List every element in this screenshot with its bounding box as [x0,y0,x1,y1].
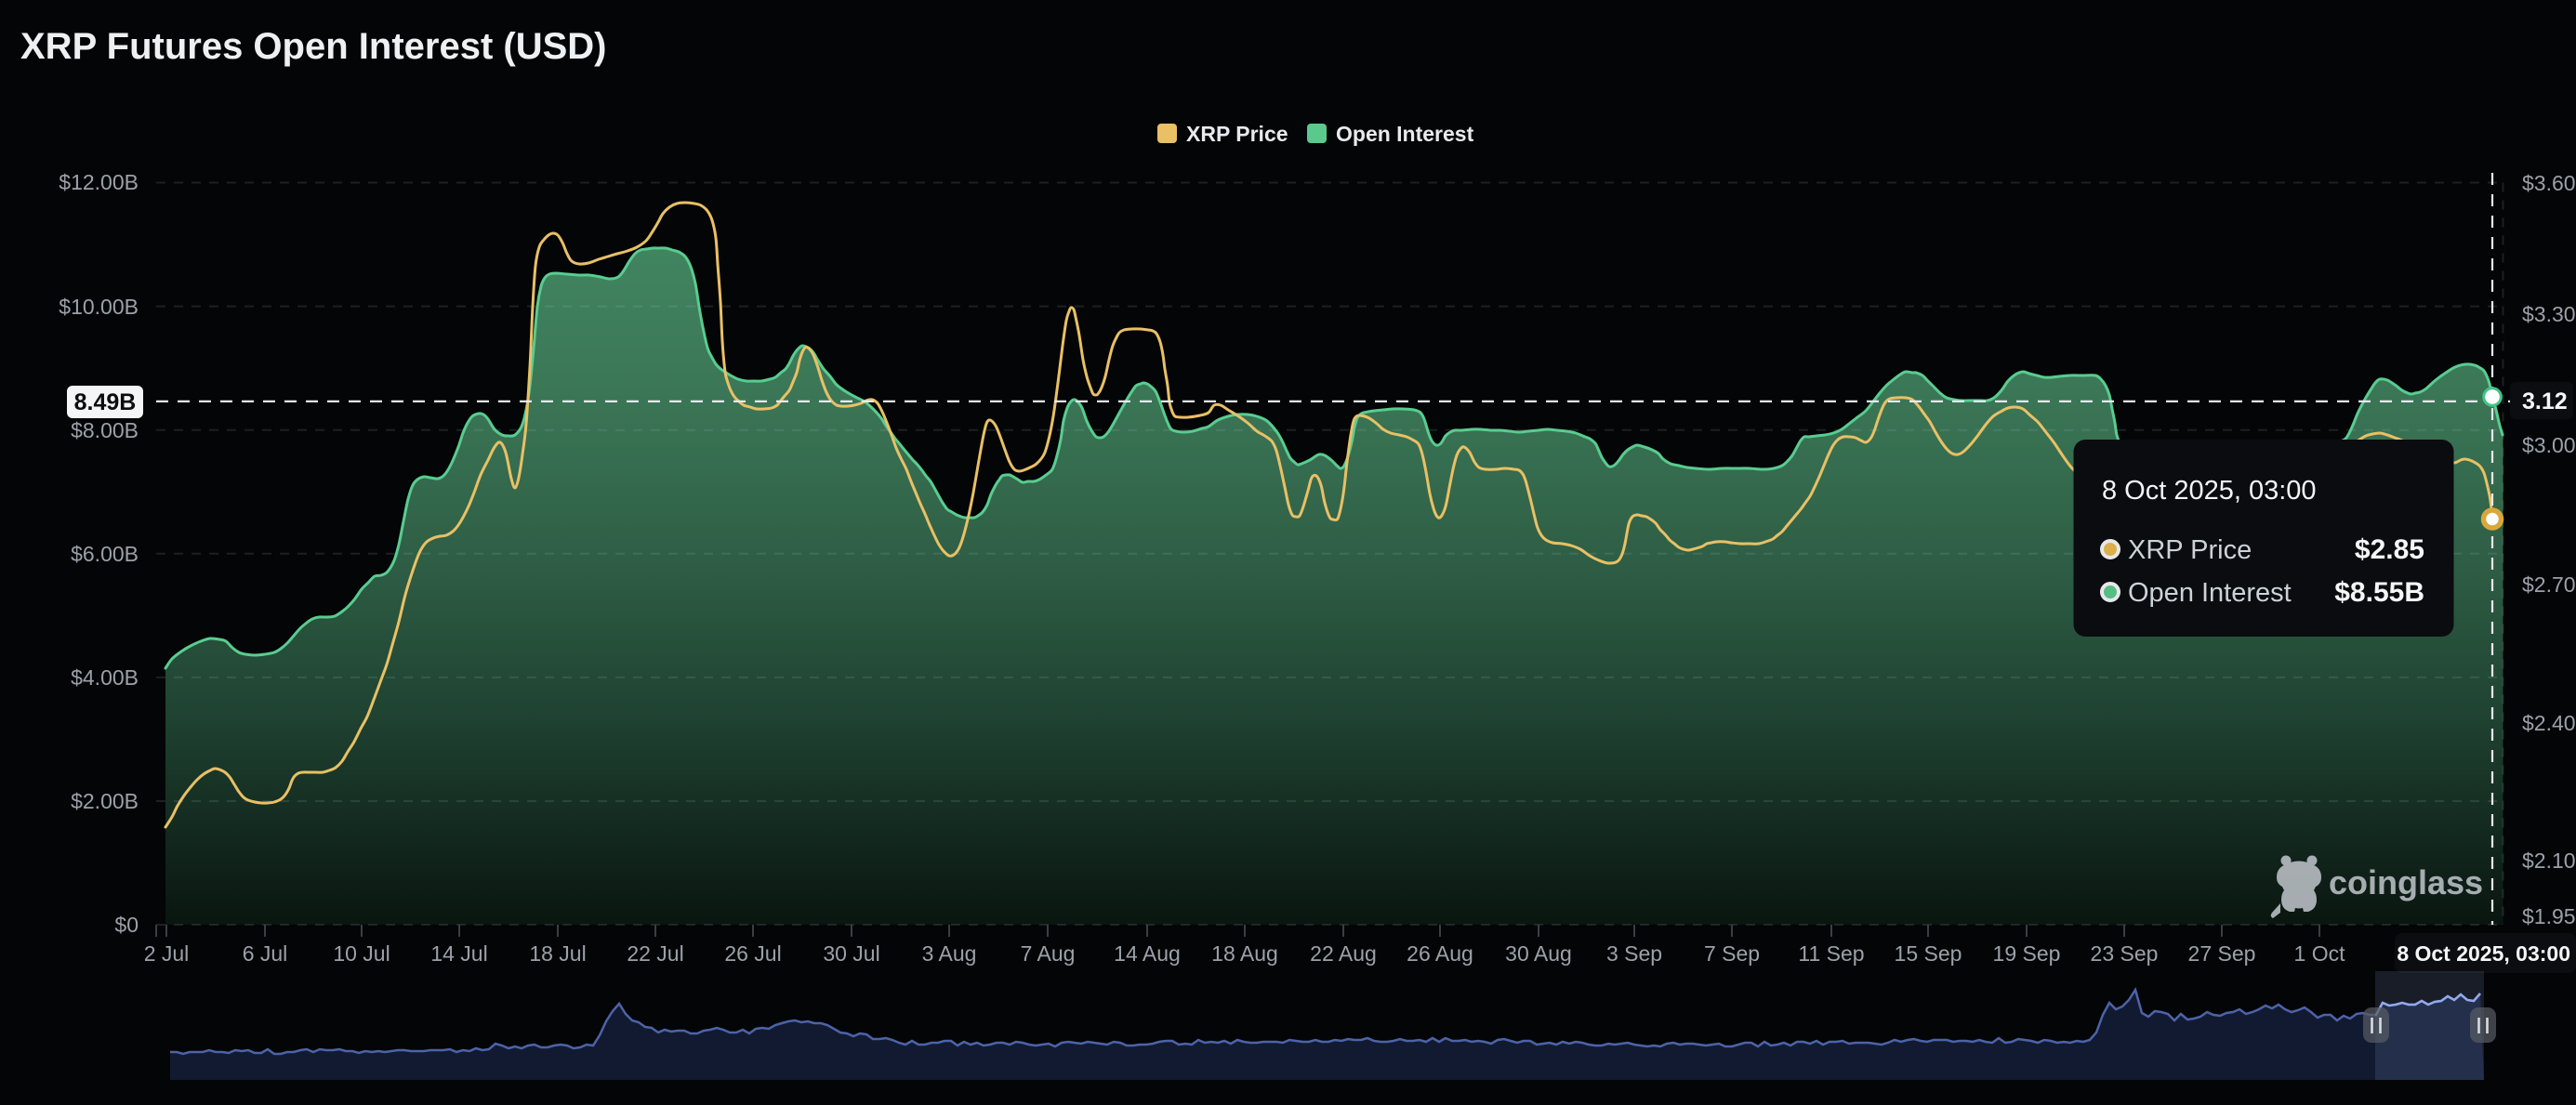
svg-text:$4.00B: $4.00B [71,665,139,690]
svg-text:11 Sep: 11 Sep [1798,941,1864,966]
svg-text:$2.40: $2.40 [2522,711,2576,735]
svg-text:Open Interest: Open Interest [1336,122,1474,146]
svg-text:XRP Futures Open Interest (USD: XRP Futures Open Interest (USD) [20,26,606,67]
svg-text:30 Aug: 30 Aug [1505,941,1572,966]
svg-text:14 Aug: 14 Aug [1114,941,1181,966]
svg-text:22 Aug: 22 Aug [1310,941,1377,966]
svg-text:6 Jul: 6 Jul [243,941,288,966]
svg-text:1 Oct: 1 Oct [2294,941,2346,966]
svg-text:14 Jul: 14 Jul [430,941,487,966]
svg-text:7 Aug: 7 Aug [1021,941,1076,966]
svg-text:8 Oct 2025, 03:00: 8 Oct 2025, 03:00 [2102,476,2317,506]
svg-text:30 Jul: 30 Jul [823,941,879,966]
svg-text:$2.00B: $2.00B [71,789,139,813]
svg-text:18 Aug: 18 Aug [1211,941,1278,966]
svg-text:8.49B: 8.49B [74,389,137,415]
svg-text:$8.00B: $8.00B [71,418,139,442]
svg-text:coinglass: coinglass [2329,863,2483,901]
svg-text:3.12: 3.12 [2522,388,2568,414]
svg-text:$3.00: $3.00 [2522,433,2576,457]
svg-text:$2.10: $2.10 [2522,848,2576,873]
svg-text:$8.55B: $8.55B [2334,577,2424,608]
svg-text:$2.85: $2.85 [2355,534,2424,565]
svg-text:19 Sep: 19 Sep [1993,941,2061,966]
svg-text:26 Jul: 26 Jul [724,941,781,966]
svg-text:10 Jul: 10 Jul [333,941,390,966]
svg-text:2 Jul: 2 Jul [144,941,190,966]
svg-text:$1.95: $1.95 [2522,904,2576,928]
svg-text:8 Oct 2025, 03:00: 8 Oct 2025, 03:00 [2397,941,2570,966]
svg-text:15 Sep: 15 Sep [1895,941,1962,966]
svg-text:23 Sep: 23 Sep [2091,941,2159,966]
svg-text:22 Jul: 22 Jul [627,941,683,966]
svg-text:7 Sep: 7 Sep [1704,941,1760,966]
svg-text:Open Interest: Open Interest [2128,578,2292,608]
svg-text:XRP Price: XRP Price [2128,535,2252,565]
svg-text:$12.00B: $12.00B [59,170,139,194]
svg-text:$0: $0 [114,913,139,937]
svg-text:18 Jul: 18 Jul [529,941,586,966]
svg-text:$10.00B: $10.00B [59,295,139,319]
svg-text:3 Aug: 3 Aug [922,941,977,966]
svg-text:3 Sep: 3 Sep [1606,941,1662,966]
svg-text:$2.70: $2.70 [2522,572,2576,597]
svg-text:27 Sep: 27 Sep [2188,941,2256,966]
svg-text:XRP Price: XRP Price [1186,122,1288,146]
svg-text:$6.00B: $6.00B [71,542,139,566]
svg-text:26 Aug: 26 Aug [1407,941,1473,966]
svg-text:$3.60: $3.60 [2522,171,2576,195]
svg-text:$3.30: $3.30 [2522,302,2576,326]
